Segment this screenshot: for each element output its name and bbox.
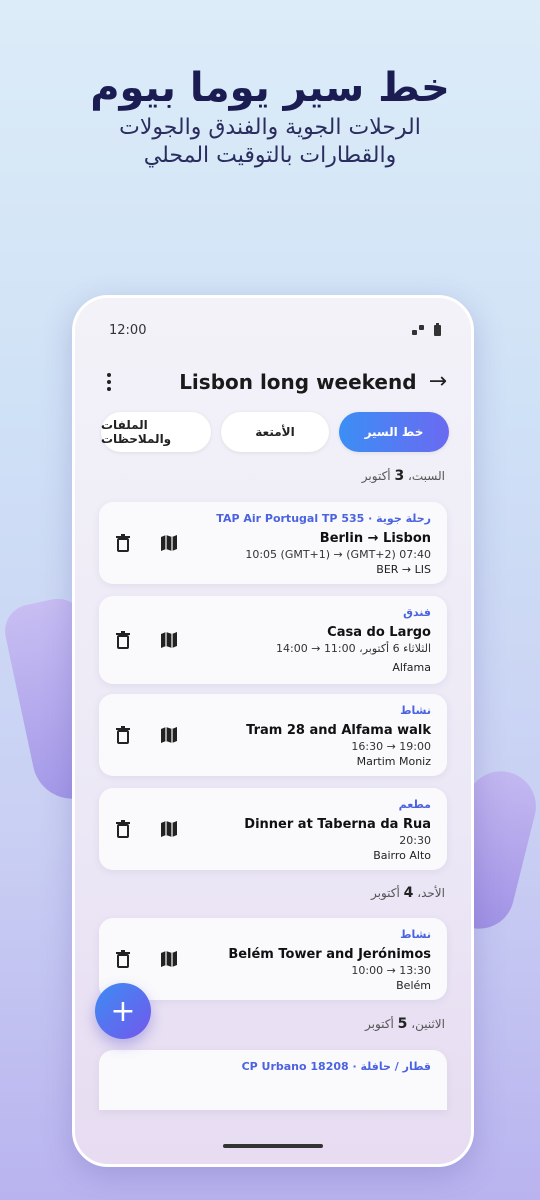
itinerary-card[interactable]: رحلة جوية · TAP Air Portugal TP 535 Berl…	[99, 502, 447, 584]
hero-header: خط سير يوما بيوم الرحلات الجوية والفندق …	[0, 62, 540, 170]
card-place: Alfama	[392, 661, 431, 674]
map-icon[interactable]	[157, 817, 181, 841]
map-icon[interactable]	[157, 628, 181, 652]
card-category: مطعم	[398, 798, 431, 811]
status-bar: 12:00	[109, 320, 441, 340]
tab-itinerary[interactable]: خط السير	[339, 412, 449, 452]
app-toolbar: Lisbon long weekend →	[99, 364, 447, 400]
card-place: Bairro Alto	[373, 849, 431, 862]
add-item-button[interactable]: +	[95, 983, 151, 1039]
card-place: Martim Moniz	[356, 755, 431, 768]
more-vertical-icon[interactable]	[99, 373, 119, 391]
card-title: Dinner at Taberna da Rua	[244, 817, 431, 832]
card-place: BER → LIS	[376, 563, 431, 576]
tab-packing[interactable]: الأمتعة	[221, 412, 329, 452]
hero-title: خط سير يوما بيوم	[90, 65, 450, 111]
day-header: الأحد، 4 أكتوبر	[370, 885, 445, 901]
trash-icon[interactable]	[111, 947, 135, 971]
map-icon[interactable]	[157, 531, 181, 555]
card-title: Casa do Largo	[327, 625, 431, 640]
trip-title: Lisbon long weekend	[179, 370, 417, 394]
arrow-right-icon[interactable]: →	[429, 371, 447, 393]
trash-icon[interactable]	[111, 723, 135, 747]
tab-bar: خط السير الأمتعة الملفات والملاحظات	[97, 412, 449, 454]
trash-icon[interactable]	[111, 628, 135, 652]
card-time: 16:30 → 19:00	[351, 740, 431, 753]
app-screen: 12:00 Lisbon long weekend → خط السير الأ…	[75, 298, 471, 1164]
card-category: فندق	[403, 606, 431, 619]
status-time: 12:00	[109, 322, 147, 338]
itinerary-card[interactable]: مطعم Dinner at Taberna da Rua 20:30 Bair…	[99, 788, 447, 870]
card-category: نشاط	[400, 704, 431, 717]
itinerary-card[interactable]: فندق Casa do Largo 14:00 → الثلاثاء 6 أك…	[99, 596, 447, 684]
card-time: 10:00 → 13:30	[351, 964, 431, 977]
card-time: 14:00 → الثلاثاء 6 أكتوبر، 11:00	[276, 642, 431, 655]
map-icon[interactable]	[157, 947, 181, 971]
trash-icon[interactable]	[111, 531, 135, 555]
itinerary-card[interactable]: نشاط Belém Tower and Jerónimos 10:00 → 1…	[99, 918, 447, 1000]
card-time: 20:30	[399, 834, 431, 847]
card-category: نشاط	[400, 928, 431, 941]
card-time: 10:05 (GMT+1) → (GMT+2) 07:40	[245, 548, 431, 561]
card-title: Berlin → Lisbon	[319, 531, 431, 546]
map-icon[interactable]	[157, 723, 181, 747]
trash-icon[interactable]	[111, 817, 135, 841]
hero-subtitle-line2: والقطارات بالتوقيت المحلي	[143, 143, 397, 168]
hero-subtitle-line1: الرحلات الجوية والفندق والجولات	[119, 115, 421, 140]
battery-icon	[434, 322, 441, 336]
day-header: الاثنين، 5 أكتوبر	[364, 1016, 445, 1032]
signal-icon	[412, 325, 424, 335]
card-category: قطار / حافلة · CP Urbano 18208	[241, 1060, 431, 1073]
tab-files-notes[interactable]: الملفات والملاحظات	[101, 412, 211, 452]
phone-frame: 12:00 Lisbon long weekend → خط السير الأ…	[72, 295, 474, 1167]
home-indicator	[223, 1144, 323, 1148]
day-header: السبت، 3 أكتوبر	[361, 468, 445, 484]
card-category: رحلة جوية · TAP Air Portugal TP 535	[216, 512, 431, 525]
card-title: Belém Tower and Jerónimos	[228, 947, 431, 962]
itinerary-card[interactable]: قطار / حافلة · CP Urbano 18208	[99, 1050, 447, 1110]
card-place: Belém	[396, 979, 431, 992]
itinerary-card[interactable]: نشاط Tram 28 and Alfama walk 16:30 → 19:…	[99, 694, 447, 776]
card-title: Tram 28 and Alfama walk	[246, 723, 431, 738]
